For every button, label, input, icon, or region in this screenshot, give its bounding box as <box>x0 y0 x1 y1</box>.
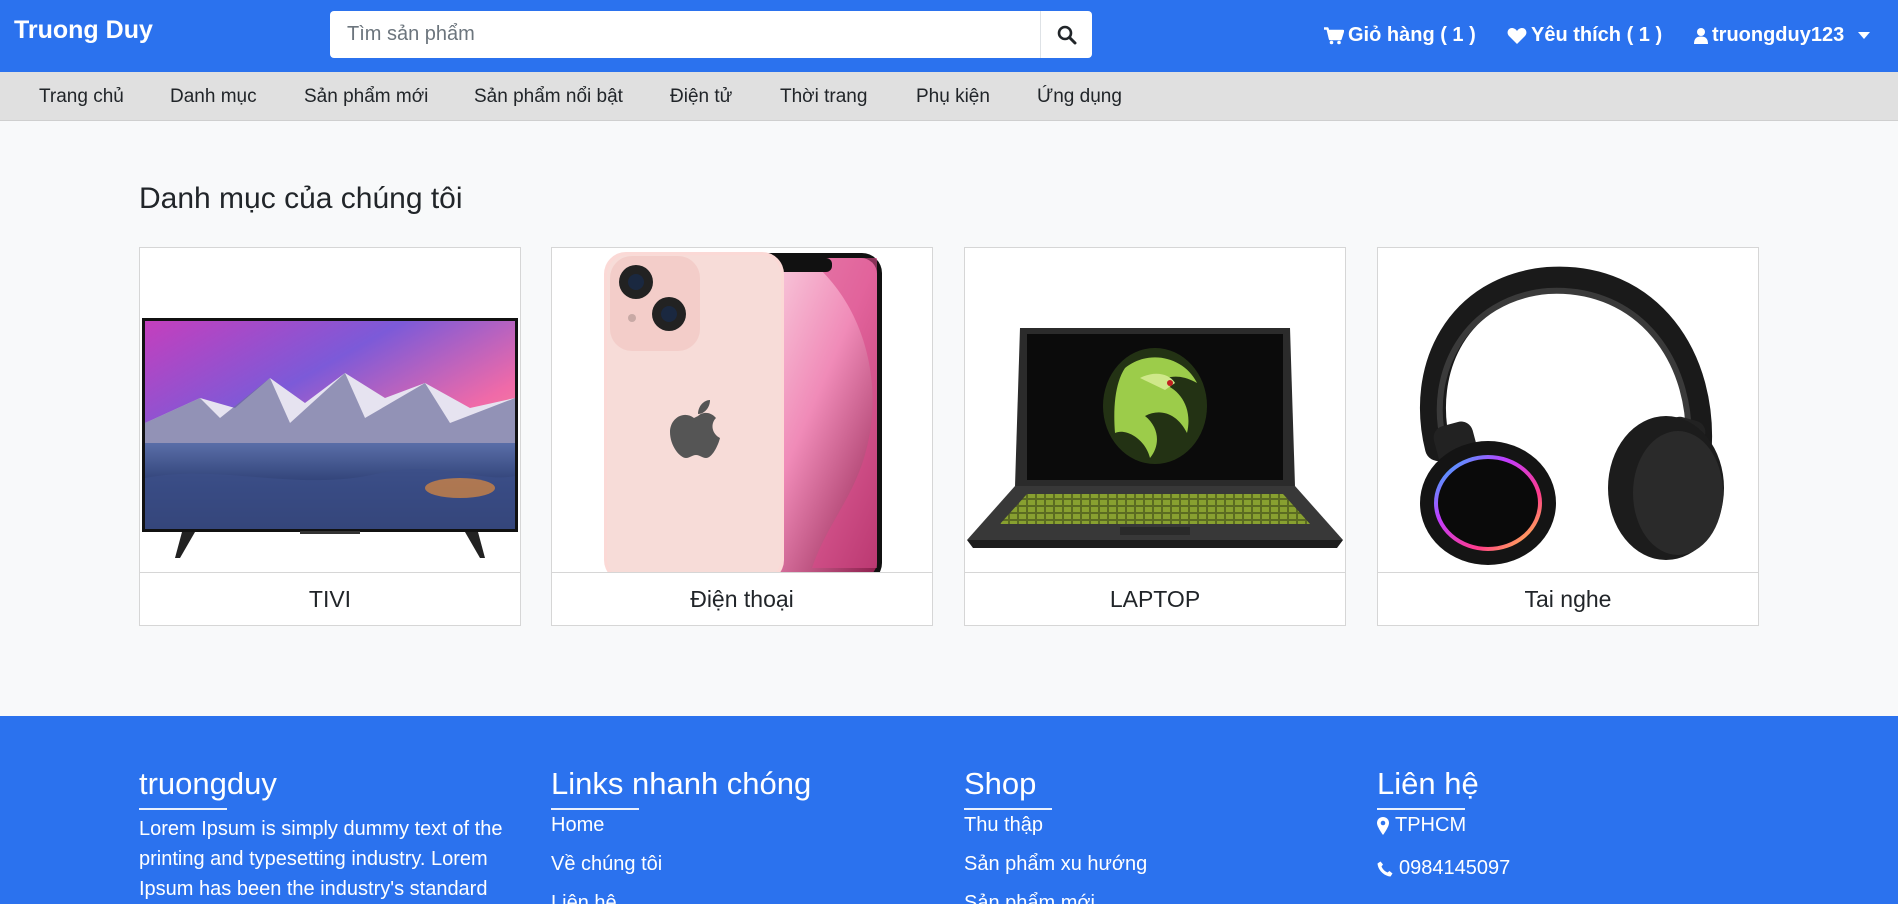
menu-item-new-products[interactable]: Sản phẩm mới <box>304 86 428 108</box>
footer-phone[interactable]: 0984145097 <box>1377 857 1510 880</box>
brand-logo[interactable]: Truong Duy <box>14 16 153 45</box>
cart-icon <box>1324 26 1344 44</box>
footer-phone-text: 0984145097 <box>1399 857 1511 879</box>
footer-link-trending[interactable]: Sản phẩm xu hướng <box>964 853 1147 876</box>
menu-item-featured-products[interactable]: Sản phẩm nổi bật <box>474 86 623 108</box>
footer-link-home[interactable]: Home <box>551 814 811 837</box>
heart-icon <box>1507 27 1527 44</box>
footer-quick-links: Links nhanh chóng Home Về chúng tôi Liên… <box>551 766 811 904</box>
category-menubar: Trang chủ Danh mục Sản phẩm mới Sản phẩm… <box>0 72 1898 121</box>
search-icon <box>1057 25 1076 44</box>
footer-about-text: Lorem Ipsum is simply dummy text of the … <box>139 818 503 900</box>
cart-label: Giỏ hàng ( 1 ) <box>1348 24 1476 46</box>
category-card-laptop[interactable]: LAPTOP <box>964 247 1346 626</box>
chevron-down-icon <box>1858 32 1871 39</box>
footer-links-title: Links nhanh chóng <box>551 766 812 801</box>
footer-link-new-products[interactable]: Sản phẩm mới <box>964 892 1147 904</box>
category-card-tivi[interactable]: TIVI <box>139 247 521 626</box>
footer-address-text: TPHCM <box>1395 814 1467 836</box>
favorites-label: Yêu thích ( 1 ) <box>1531 24 1663 46</box>
cart-link[interactable]: Giỏ hàng ( 1 ) <box>1324 24 1476 47</box>
title-underline <box>551 808 639 810</box>
footer-about: truongduy Lorem Ipsum is simply dummy te… <box>139 766 524 904</box>
headphones-image <box>1378 248 1758 572</box>
footer-link-collection[interactable]: Thu thập <box>964 814 1147 837</box>
user-icon <box>1694 27 1708 44</box>
footer-shop-title: Shop <box>964 766 1037 801</box>
category-card-dien-thoai[interactable]: Điện thoại <box>551 247 933 626</box>
title-underline <box>964 808 1052 810</box>
category-label: Tai nghe <box>1378 572 1758 625</box>
favorites-link[interactable]: Yêu thích ( 1 ) <box>1507 24 1662 47</box>
user-menu[interactable]: truongduy123 <box>1694 24 1871 47</box>
category-label: LAPTOP <box>965 572 1345 625</box>
laptop-image <box>965 248 1345 572</box>
category-card-tai-nghe[interactable]: Tai nghe <box>1377 247 1759 626</box>
search-input[interactable] <box>330 11 1040 58</box>
footer-link-contact[interactable]: Liên hệ <box>551 892 811 904</box>
menu-item-fashion[interactable]: Thời trang <box>780 86 867 108</box>
tv-image <box>140 248 520 572</box>
user-name: truongduy123 <box>1712 24 1845 46</box>
menu-item-apps[interactable]: Ứng dụng <box>1037 86 1122 108</box>
title-underline <box>139 808 227 810</box>
search-bar <box>330 11 1092 58</box>
top-navbar: Truong Duy Giỏ hàng ( 1 ) Yêu thích ( 1 … <box>0 0 1898 72</box>
footer-about-title: truongduy <box>139 766 277 801</box>
footer-contact: Liên hệ TPHCM 0984145097 <box>1377 766 1510 880</box>
phone-image <box>552 248 932 572</box>
map-marker-icon <box>1377 816 1389 835</box>
footer: truongduy Lorem Ipsum is simply dummy te… <box>0 716 1898 904</box>
phone-icon <box>1377 861 1393 876</box>
footer-link-about[interactable]: Về chúng tôi <box>551 853 811 876</box>
page-title: Danh mục của chúng tôi <box>139 182 463 215</box>
menu-item-categories[interactable]: Danh mục <box>170 86 257 108</box>
footer-contact-title: Liên hệ <box>1377 766 1479 801</box>
title-underline <box>1377 808 1465 810</box>
menu-item-home[interactable]: Trang chủ <box>39 86 124 108</box>
menu-item-accessories[interactable]: Phụ kiện <box>916 86 990 108</box>
category-label: Điện thoại <box>552 572 932 625</box>
menu-item-electronics[interactable]: Điện tử <box>670 86 732 108</box>
category-label: TIVI <box>140 572 520 625</box>
footer-address: TPHCM <box>1377 814 1510 837</box>
footer-shop: Shop Thu thập Sản phẩm xu hướng Sản phẩm… <box>964 766 1147 904</box>
search-button[interactable] <box>1040 11 1092 58</box>
